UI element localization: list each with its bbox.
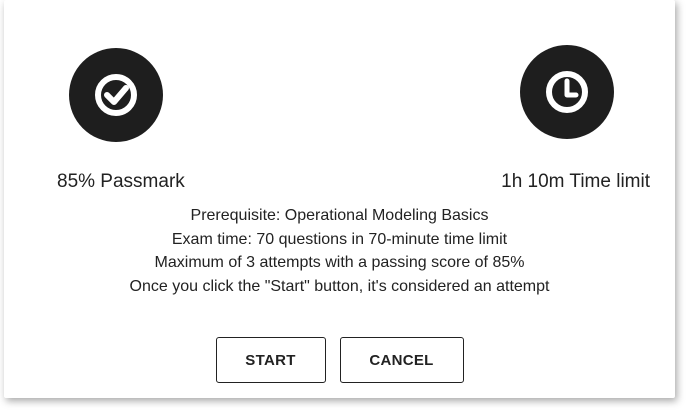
prerequisite-text: Prerequisite: Operational Modeling Basic…: [190, 207, 489, 224]
exam-start-dialog: 85% Passmark 1h 10m Time limit Prerequis…: [4, 0, 675, 398]
exam-time-text: Exam time: 70 questions in 70-minute tim…: [171, 230, 508, 248]
attempts-text: Maximum of 3 attempts with a passing sco…: [154, 254, 525, 271]
passmark-label: 85% Passmark: [57, 171, 185, 192]
attempt-notice-text: Once you click the "Start" button, it's …: [129, 277, 550, 295]
check-circle-icon: [69, 48, 163, 142]
start-button[interactable]: START: [215, 337, 326, 383]
clock-icon: [520, 45, 614, 139]
dialog-actions: START CANCEL: [4, 337, 675, 383]
time-limit-label: 1h 10m Time limit: [501, 171, 650, 192]
cancel-button[interactable]: CANCEL: [339, 337, 464, 383]
exam-info: Prerequisite: Operational Modeling Basic…: [4, 204, 675, 298]
